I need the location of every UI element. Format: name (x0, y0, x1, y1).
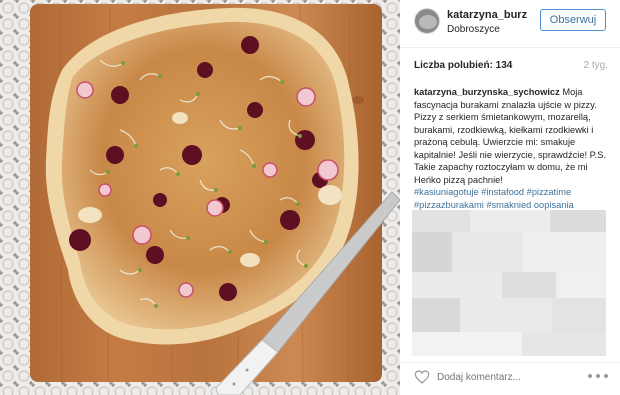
likes-count[interactable]: Liczba polubień: 134 (414, 60, 512, 71)
post-header: katarzyna_burz... Dobroszyce Obserwuj (400, 0, 620, 48)
caption-text: Moja fascynacja burakami znalazła ujście… (414, 87, 607, 185)
avatar[interactable] (414, 8, 440, 34)
caption-username[interactable]: katarzyna_burzynska_sychowicz (414, 87, 560, 97)
location-link[interactable]: Dobroszyce (447, 24, 500, 35)
post-footer (400, 362, 620, 395)
pizza-photo-illustration (0, 0, 400, 395)
comment-input[interactable] (437, 370, 567, 384)
follow-button[interactable]: Obserwuj (540, 9, 606, 31)
heart-icon[interactable] (414, 369, 430, 385)
post-time[interactable]: 2 tyg. (584, 60, 608, 71)
blurred-comments-area (412, 210, 606, 356)
post-photo[interactable] (0, 0, 400, 395)
caption-hashtags[interactable]: #kasiuniagotuje #instafood #pizzatime #p… (414, 186, 610, 211)
post-caption: katarzyna_burzynska_sychowicz Moja fascy… (414, 86, 610, 211)
more-options-icon[interactable] (586, 370, 610, 382)
header-username[interactable]: katarzyna_burz... (447, 9, 527, 21)
post-details-panel: katarzyna_burz... Dobroszyce Obserwuj Li… (400, 0, 620, 395)
likes-row: Liczba polubień: 134 2 tyg. (414, 60, 608, 74)
